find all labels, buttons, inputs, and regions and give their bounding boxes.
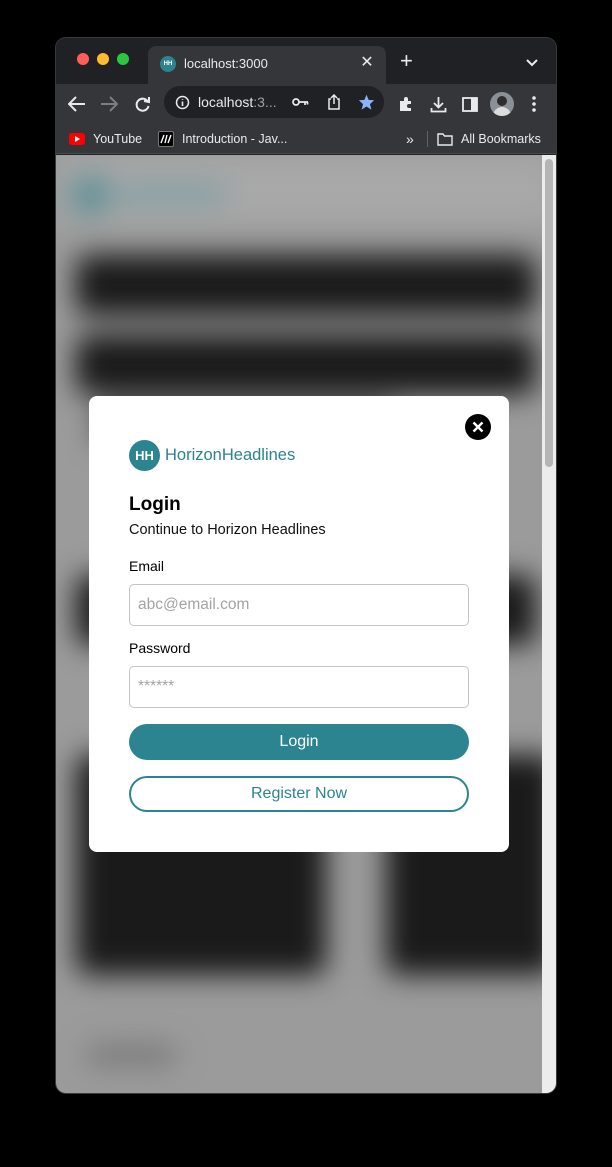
login-subtitle: Continue to Horizon Headlines: [129, 522, 326, 538]
url-text: localhost:3...: [198, 94, 277, 110]
brand-name: HorizonHeadlines: [165, 446, 296, 464]
tab-search-chevron-icon[interactable]: [526, 54, 538, 72]
tab-title: localhost:3000: [184, 56, 268, 71]
favicon-icon: HH: [160, 56, 176, 72]
brand-badge: HH: [129, 440, 160, 471]
bookmark-youtube[interactable]: YouTube: [69, 130, 142, 148]
reload-icon[interactable]: [132, 94, 152, 114]
youtube-icon: [69, 131, 85, 147]
forward-icon[interactable]: [99, 94, 119, 114]
mdn-icon: [158, 131, 174, 147]
close-modal-button[interactable]: [465, 414, 491, 440]
password-field[interactable]: [129, 666, 469, 708]
register-button[interactable]: Register Now: [129, 776, 469, 812]
bookmarks-overflow-icon[interactable]: »: [406, 130, 414, 148]
close-icon: [472, 421, 484, 433]
password-label: Password: [129, 640, 191, 656]
email-label: Email: [129, 558, 165, 574]
close-window-button[interactable]: [77, 53, 89, 65]
bookmark-star-icon[interactable]: [356, 92, 376, 112]
side-panel-icon[interactable]: [460, 94, 480, 114]
browser-window: HH localhost:3000 ✕ + localhost:3... You…: [56, 38, 556, 1093]
key-icon[interactable]: [290, 92, 310, 112]
folder-icon: [437, 131, 453, 147]
bookmark-introduction[interactable]: Introduction - Jav...: [158, 130, 287, 148]
maximize-window-button[interactable]: [117, 53, 129, 65]
download-icon[interactable]: [428, 94, 448, 114]
address-bar[interactable]: localhost:3...: [164, 86, 384, 118]
site-info-icon[interactable]: [172, 92, 192, 112]
tab-localhost[interactable]: HH localhost:3000 ✕: [148, 46, 386, 84]
minimize-window-button[interactable]: [97, 53, 109, 65]
scrollbar-thumb[interactable]: [545, 159, 553, 467]
browser-toolbar: localhost:3...: [56, 84, 556, 124]
extensions-icon[interactable]: [396, 94, 416, 114]
tab-strip: HH localhost:3000 ✕ +: [56, 38, 556, 84]
scrollbar[interactable]: [542, 155, 556, 1093]
brand-logo: HH HorizonHeadlines: [129, 440, 295, 471]
profile-avatar[interactable]: [490, 92, 514, 116]
new-tab-icon[interactable]: +: [400, 50, 413, 72]
tab-close-icon[interactable]: ✕: [358, 54, 376, 72]
bookmarks-divider: [427, 131, 428, 147]
login-modal: HH HorizonHeadlines Login Continue to Ho…: [89, 396, 509, 852]
share-icon[interactable]: [324, 92, 344, 112]
page-viewport: HH HorizonHeadlines Login Continue to Ho…: [56, 155, 556, 1093]
email-field[interactable]: [129, 584, 469, 626]
bookmarks-bar: YouTube Introduction - Jav... » All Book…: [56, 124, 556, 154]
login-title: Login: [129, 494, 181, 515]
login-button[interactable]: Login: [129, 724, 469, 760]
all-bookmarks[interactable]: All Bookmarks: [437, 130, 541, 148]
back-icon[interactable]: [67, 94, 87, 114]
kebab-menu-icon[interactable]: [524, 94, 544, 114]
